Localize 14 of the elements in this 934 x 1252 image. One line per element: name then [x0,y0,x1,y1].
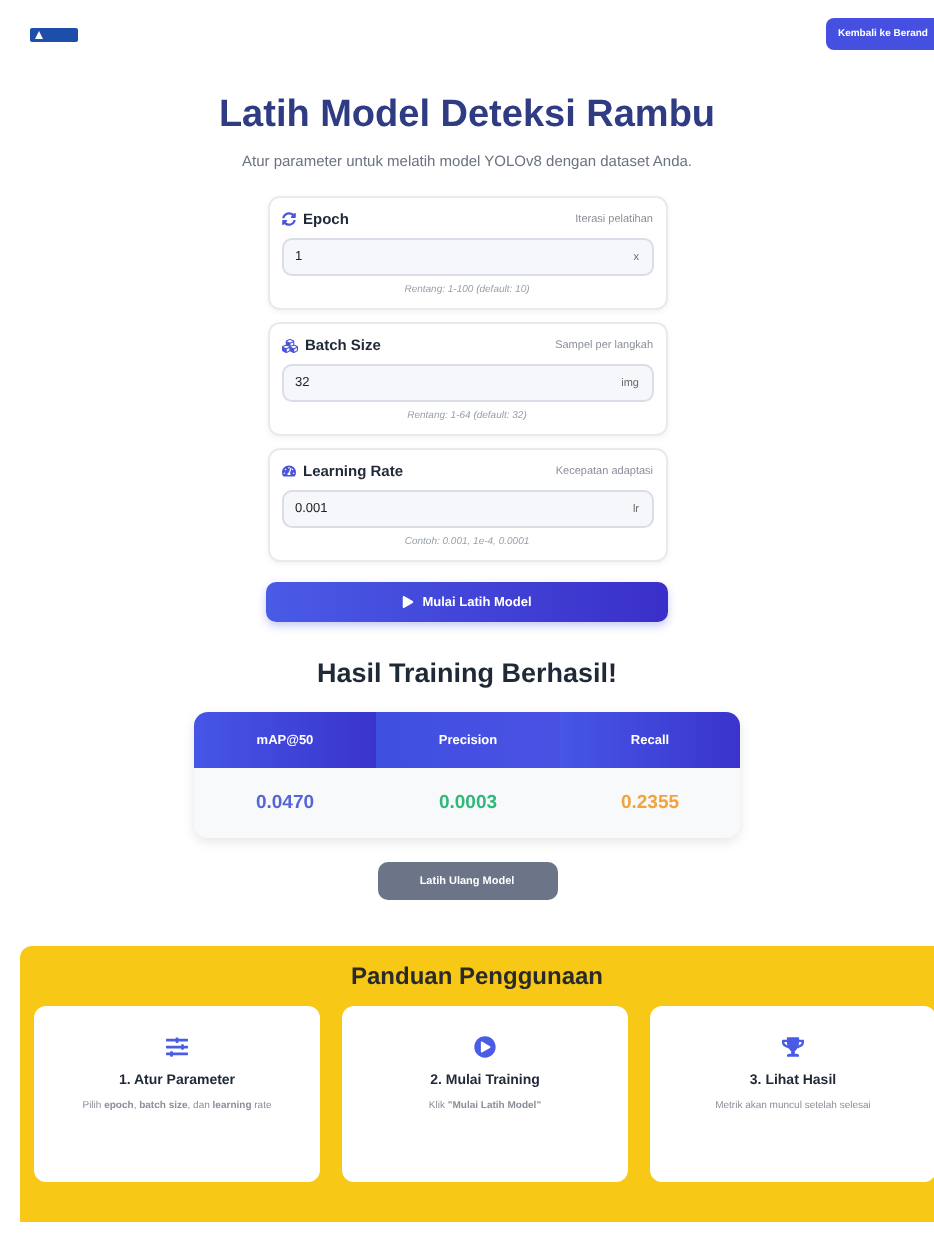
trophy-icon [782,1036,804,1058]
play-icon [402,596,415,608]
cubes-icon [281,337,297,353]
play-icon [474,1036,496,1058]
gauge-icon [281,464,295,478]
results-title: Hasil Training Berhasil! [316,658,618,688]
logo [30,27,78,41]
metric-value: 0.0470 [194,768,376,838]
guide-title: Panduan Penggunaan [350,962,603,990]
refresh-icon [281,212,295,226]
sliders-icon [166,1036,188,1058]
page-title: Latih Model Deteksi Rambu [218,94,716,138]
metric-value: 0.2355 [560,768,740,838]
metric-value: 0.0003 [376,768,560,838]
